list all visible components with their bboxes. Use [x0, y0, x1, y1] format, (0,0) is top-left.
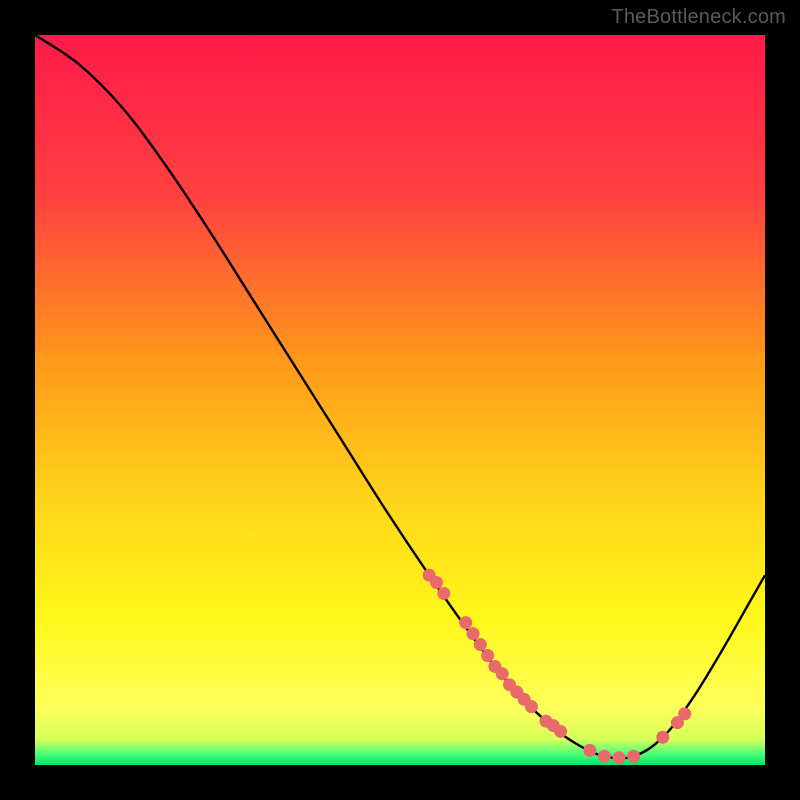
data-dot: [627, 750, 640, 763]
data-dot: [554, 725, 567, 738]
data-dot: [474, 638, 487, 651]
data-dot: [656, 731, 669, 744]
data-dot: [430, 576, 443, 589]
data-dot: [481, 649, 494, 662]
data-dot: [437, 587, 450, 600]
chart-svg: [35, 35, 765, 765]
data-dot: [467, 627, 480, 640]
data-dot: [459, 616, 472, 629]
data-dot: [583, 744, 596, 757]
data-dot: [496, 667, 509, 680]
data-dot: [613, 751, 626, 764]
plot-area: [35, 35, 765, 765]
data-dot: [598, 750, 611, 763]
data-dot: [525, 700, 538, 713]
watermark-text: TheBottleneck.com: [611, 6, 786, 29]
gradient-background: [35, 35, 765, 765]
data-dot: [678, 707, 691, 720]
chart-frame: TheBottleneck.com: [0, 0, 800, 800]
